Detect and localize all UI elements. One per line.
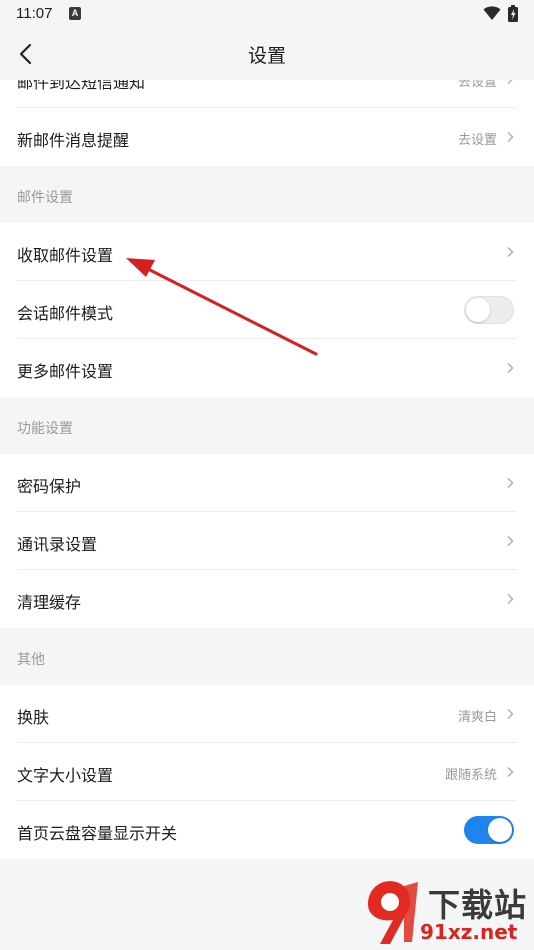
page-title: 设置	[247, 46, 286, 67]
font-size-row[interactable]: 文字大小设置 跟随系统	[0, 743, 534, 801]
section-header-mail: 邮件设置	[0, 166, 534, 223]
row-label: 清理缓存	[17, 595, 82, 612]
chevron-right-icon	[507, 593, 514, 605]
cloud-capacity-toggle[interactable]	[464, 816, 514, 844]
new-mail-reminder-row[interactable]: 新邮件消息提醒 去设置	[0, 108, 534, 166]
section-header-other: 其他	[0, 628, 534, 685]
chevron-right-icon	[507, 246, 514, 258]
more-mail-settings-row[interactable]: 更多邮件设置	[0, 339, 534, 397]
row-label: 通讯录设置	[17, 537, 98, 554]
function-settings-group: 密码保护 通讯录设置 清理缓存	[0, 454, 534, 628]
mail-settings-group: 收取邮件设置 会话邮件模式 更多邮件设置	[0, 223, 534, 397]
battery-icon	[508, 5, 518, 22]
settings-list[interactable]: 邮件到达短信通知 去设置 新邮件消息提醒 去设置 邮件设置 收取邮件设置 会话邮…	[0, 50, 534, 859]
row-value: 清爽白	[457, 709, 497, 724]
row-label: 新邮件消息提醒	[17, 133, 130, 150]
notification-icon: A	[69, 7, 81, 20]
nav-bar: 设置	[0, 28, 534, 80]
conversation-mode-row: 会话邮件模式	[0, 281, 534, 339]
chevron-right-icon	[507, 131, 514, 143]
chevron-right-icon	[507, 708, 514, 720]
row-value: 跟随系统	[444, 767, 497, 782]
chevron-right-icon	[507, 477, 514, 489]
chevron-right-icon	[507, 766, 514, 778]
watermark-logo: 下载站 91xz.net	[360, 876, 530, 948]
watermark-url: 91xz.net	[420, 920, 518, 944]
chevron-right-icon	[507, 535, 514, 547]
status-time: 11:07	[16, 5, 53, 22]
row-label: 换肤	[17, 710, 50, 727]
clear-cache-row[interactable]: 清理缓存	[0, 570, 534, 628]
contacts-settings-row[interactable]: 通讯录设置	[0, 512, 534, 570]
fetch-mail-settings-row[interactable]: 收取邮件设置	[0, 223, 534, 281]
wifi-icon	[483, 6, 501, 20]
chevron-right-icon	[507, 362, 514, 374]
section-header-function: 功能设置	[0, 397, 534, 454]
row-label: 首页云盘容量显示开关	[17, 826, 178, 843]
row-label: 收取邮件设置	[17, 248, 114, 265]
row-label: 文字大小设置	[17, 768, 114, 785]
logo-icon	[368, 881, 418, 944]
other-settings-group: 换肤 清爽白 文字大小设置 跟随系统 首页云盘容量显示开关	[0, 685, 534, 859]
row-value: 去设置	[457, 132, 497, 147]
conversation-mode-toggle[interactable]	[464, 296, 514, 324]
row-label: 会话邮件模式	[17, 306, 114, 323]
row-label: 密码保护	[17, 479, 82, 496]
cloud-capacity-row: 首页云盘容量显示开关	[0, 801, 534, 859]
password-protect-row[interactable]: 密码保护	[0, 454, 534, 512]
status-bar: 11:07 A	[0, 0, 534, 28]
skin-row[interactable]: 换肤 清爽白	[0, 685, 534, 743]
row-label: 更多邮件设置	[17, 364, 114, 381]
